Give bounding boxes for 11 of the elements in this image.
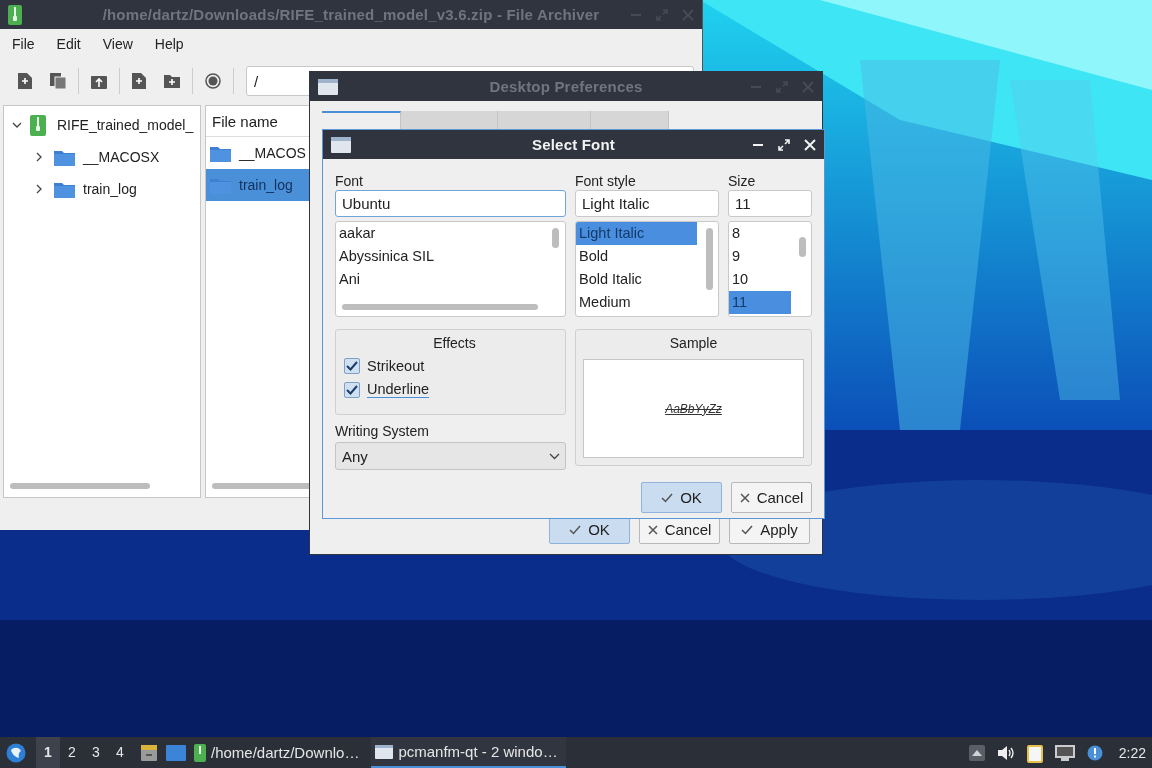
group-title: Sample bbox=[669, 334, 718, 351]
field-label: Font bbox=[335, 172, 364, 190]
clock: 2:22 bbox=[1118, 744, 1146, 761]
field-label: Writing System bbox=[335, 422, 430, 440]
window-title: Select Font bbox=[531, 136, 615, 153]
field-label: Size bbox=[728, 172, 757, 190]
sample-text: AaBbYyZz bbox=[665, 401, 722, 416]
window-title: /home/dartz/Downloads/RIFE_trained_model_v3.6.zip - File Archiver bbox=[102, 6, 600, 23]
window-title: Desktop Preferences bbox=[489, 78, 643, 95]
field-label: Font style bbox=[575, 172, 637, 190]
group-title: Effects bbox=[433, 334, 476, 351]
